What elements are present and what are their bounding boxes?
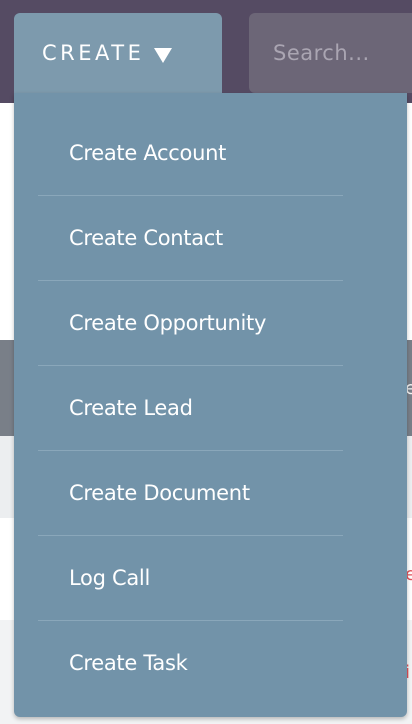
menu-item-create-lead[interactable]: Create Lead [14,366,407,450]
menu-item-label: Create Opportunity [69,311,267,335]
menu-item-label: Create Lead [69,396,193,420]
app-page: e e i CREATE Create Account Create Conta… [0,0,412,724]
create-button[interactable]: CREATE [14,13,222,93]
menu-item-label: Log Call [69,566,150,590]
search-input[interactable] [271,40,412,66]
create-dropdown-menu: Create Account Create Contact Create Opp… [14,93,407,717]
menu-item-create-opportunity[interactable]: Create Opportunity [14,281,407,365]
caret-down-icon [154,47,173,63]
create-button-label: CREATE [42,41,145,65]
menu-item-create-account[interactable]: Create Account [14,111,407,195]
menu-item-label: Create Task [69,651,188,675]
menu-item-create-contact[interactable]: Create Contact [14,196,407,280]
menu-item-label: Create Contact [69,226,223,250]
menu-item-log-call[interactable]: Log Call [14,536,407,620]
menu-item-create-task[interactable]: Create Task [14,621,407,705]
search-field[interactable] [249,13,412,93]
menu-item-label: Create Document [69,481,250,505]
menu-item-label: Create Account [69,141,227,165]
menu-item-create-document[interactable]: Create Document [14,451,407,535]
